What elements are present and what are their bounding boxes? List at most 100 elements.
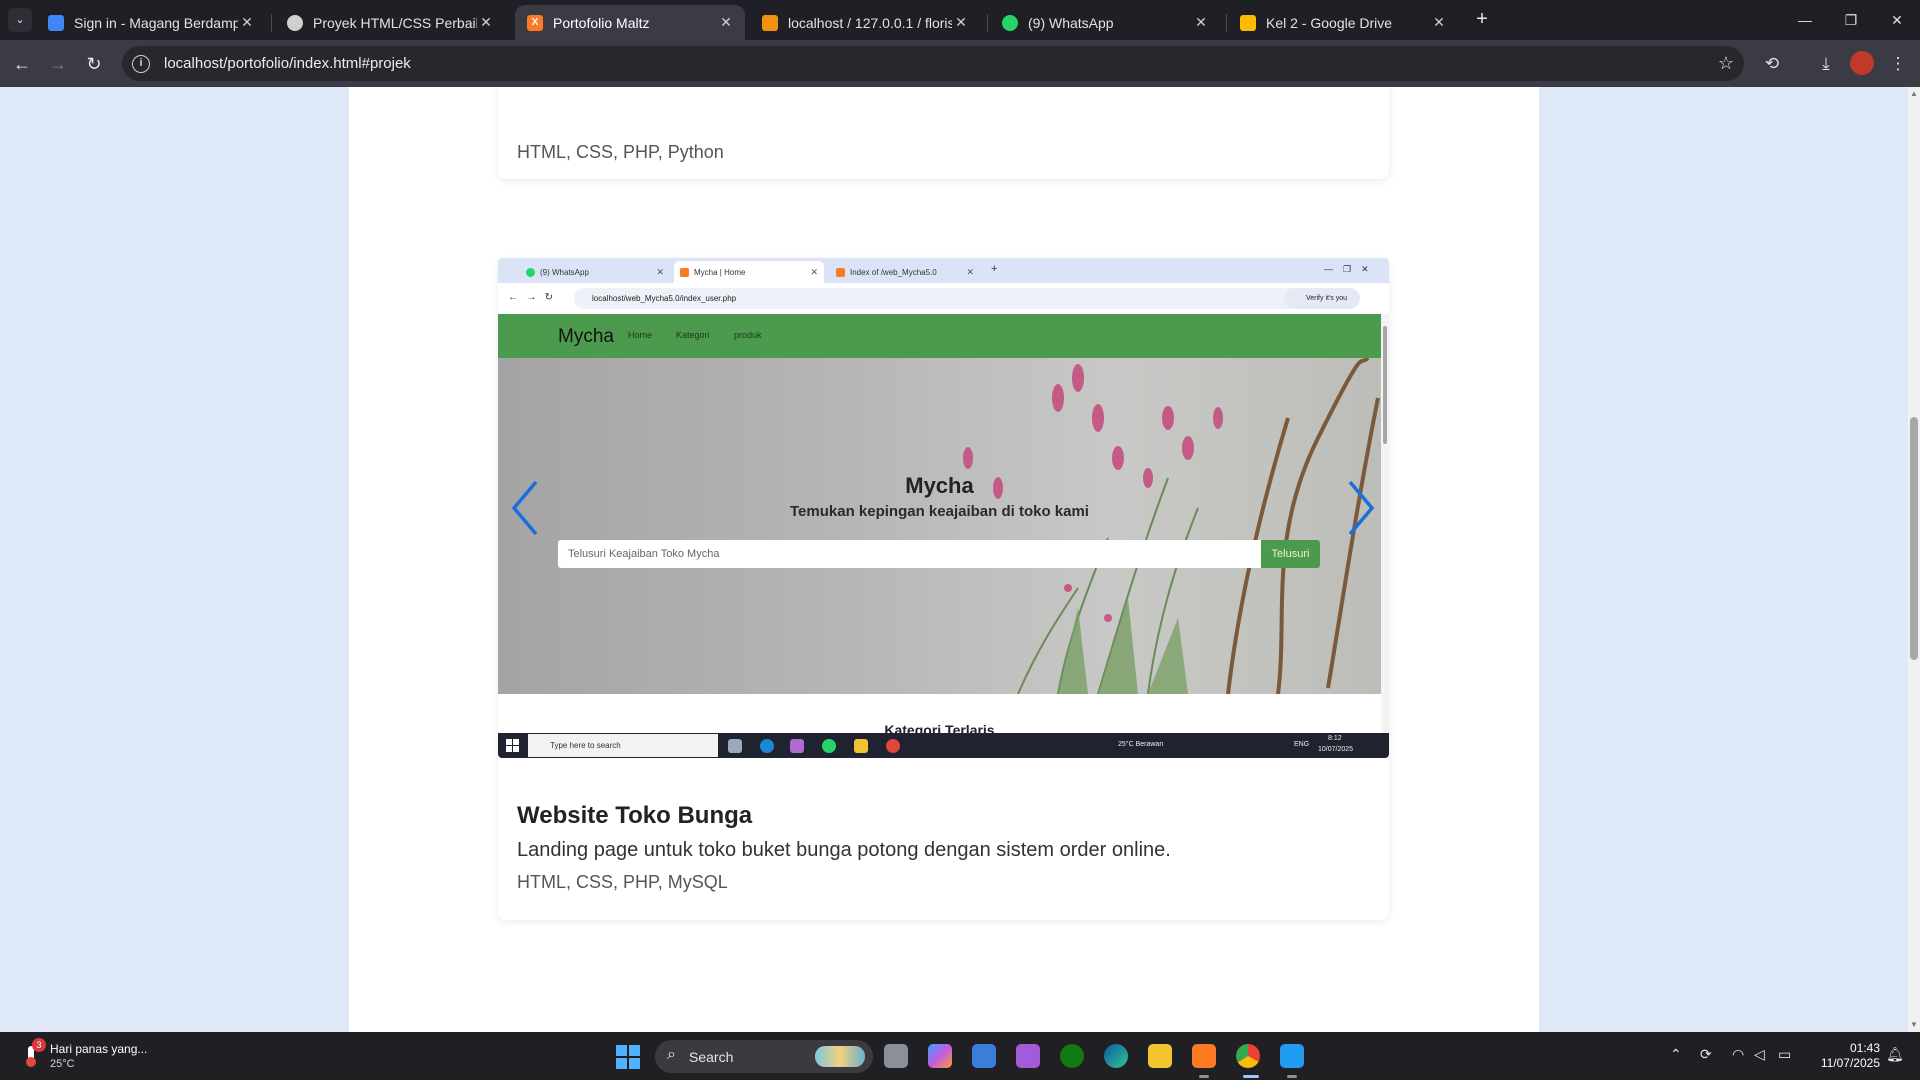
search-highlight-image xyxy=(815,1046,865,1067)
carousel-next-icon xyxy=(1348,480,1375,536)
tab-title: Proyek HTML/CSS Perbaikan xyxy=(313,14,477,31)
screenshot-tab: Index of /web_Mycha5.0 ✕ xyxy=(830,261,980,283)
screenshot-scrollbar xyxy=(1381,314,1389,733)
close-tab-icon[interactable]: ✕ xyxy=(238,14,256,31)
xampp-running-indicator xyxy=(1199,1075,1209,1078)
weather-temp: 25°C xyxy=(50,1058,75,1070)
screenshot-hero: Mycha Temukan kepingan keajaiban di toko… xyxy=(498,358,1381,694)
google-drive-icon xyxy=(1240,14,1256,31)
new-tab-button[interactable]: + xyxy=(1470,8,1494,32)
xampp-icon xyxy=(680,267,689,277)
close-tab-icon[interactable]: ✕ xyxy=(1430,14,1448,31)
show-hidden-icons-icon[interactable]: ⌃ xyxy=(1670,1046,1682,1063)
tab-phpmyadmin[interactable]: localhost / 127.0.0.1 / florist_ap ✕ xyxy=(750,5,980,40)
tab-title: Portofolio Maltz xyxy=(553,14,650,31)
xbox-icon[interactable] xyxy=(1060,1044,1084,1068)
project-screenshot: (9) WhatsApp ✕ Mycha | Home ✕ Index of /… xyxy=(498,258,1389,758)
task-view-icon[interactable] xyxy=(884,1044,908,1068)
tab-separator xyxy=(271,14,272,32)
screenshot-weather: 25°C Berawan xyxy=(1118,741,1164,748)
notification-bell-icon[interactable]: 🔔︎ xyxy=(1886,1046,1904,1063)
scroll-up-icon[interactable]: ▲ xyxy=(1910,89,1918,98)
screenshot-window-controls: — ❐ ✕ xyxy=(1324,264,1369,274)
history-icon[interactable]: ⟲ xyxy=(1758,50,1786,78)
reload-button[interactable]: ↻ xyxy=(80,50,108,78)
screenshot-new-tab-icon: + xyxy=(991,263,998,275)
search-icon: ⌕ xyxy=(667,1046,676,1063)
scroll-down-icon[interactable]: ▼ xyxy=(1910,1020,1918,1029)
tab-portofolio[interactable]: X Portofolio Maltz ✕ xyxy=(515,5,745,40)
close-icon: ✕ xyxy=(966,266,974,277)
screenshot-section: Kategori Terlaris xyxy=(498,694,1381,738)
xampp-icon[interactable] xyxy=(1192,1044,1216,1068)
xampp-icon: X xyxy=(527,14,543,31)
restore-button[interactable]: ❐ xyxy=(1828,0,1874,40)
close-tab-icon[interactable]: ✕ xyxy=(1192,14,1210,31)
project-tech: HTML, CSS, PHP, Python xyxy=(517,142,724,162)
screenshot-hero-title: Mycha xyxy=(905,473,974,498)
battery-icon[interactable]: ▭ xyxy=(1778,1046,1791,1063)
windows-taskbar: 3 Hari panas yang... 25°C ⌕ Search ⌃ ⟳ ◠… xyxy=(0,1032,1920,1080)
back-button[interactable]: ← xyxy=(8,50,36,78)
tab-title: Sign in - Magang Berdampak 2 xyxy=(74,14,238,31)
whatsapp-icon xyxy=(822,739,836,753)
minimize-button[interactable]: — xyxy=(1782,0,1828,40)
screenshot-date: 10/07/2025 xyxy=(1318,746,1354,753)
taskbar-search[interactable]: ⌕ Search xyxy=(655,1040,873,1073)
screenshot-brand: Mycha xyxy=(558,326,614,347)
windows-start-button[interactable] xyxy=(616,1045,640,1069)
taskbar-clock[interactable]: 01:43 11/07/2025 xyxy=(1810,1041,1880,1071)
file-explorer-icon xyxy=(854,739,868,753)
tab-magang[interactable]: Sign in - Magang Berdampak 2 ✕ xyxy=(36,5,266,40)
project-tech: HTML, CSS, PHP, MySQL xyxy=(517,872,728,892)
weather-text[interactable]: Hari panas yang... xyxy=(50,1042,147,1056)
screenshot-taskbar-search: Type here to search xyxy=(528,734,718,757)
wifi-icon[interactable]: ◠ xyxy=(1732,1046,1744,1063)
phpmyadmin-icon xyxy=(762,14,778,31)
project-description: Landing page untuk toko buket bunga poto… xyxy=(517,839,1171,861)
screenshot-site-navbar: Mycha Home Kategori produk xyxy=(498,314,1381,358)
tab-title: Kel 2 - Google Drive xyxy=(1266,14,1393,31)
screenshot-lang: ENG xyxy=(1294,741,1310,748)
screenshot-hero-subtitle: Temukan kepingan keajaiban di toko kami xyxy=(790,503,1089,520)
menu-kebab-icon[interactable]: ⋮ xyxy=(1884,50,1912,78)
chatgpt-icon xyxy=(287,14,303,31)
tab-search-button[interactable]: ⌄ xyxy=(8,8,32,32)
close-tab-icon[interactable]: ✕ xyxy=(952,14,970,31)
bookmark-star-icon[interactable]: ☆ xyxy=(1718,53,1734,74)
site-info-icon[interactable]: i xyxy=(132,54,150,73)
screenshot-nav-icons: ← → ↻ xyxy=(508,292,554,303)
tab-whatsapp[interactable]: (9) WhatsApp ✕ xyxy=(990,5,1220,40)
screenshot-scroll-thumb xyxy=(1383,326,1387,444)
vscode-running-indicator xyxy=(1287,1075,1297,1078)
scroll-thumb[interactable] xyxy=(1910,417,1918,660)
page-viewport: HTML, CSS, PHP, Python Website Toko Bung… xyxy=(0,87,1908,1032)
whatsapp-icon xyxy=(1002,14,1018,31)
weather-badge: 3 xyxy=(32,1038,46,1052)
close-tab-icon[interactable]: ✕ xyxy=(717,14,735,31)
copilot-icon xyxy=(790,739,804,753)
edge-icon[interactable] xyxy=(1104,1044,1128,1068)
chrome-icon[interactable] xyxy=(1236,1044,1260,1068)
address-bar[interactable]: i localhost/portofolio/index.html#projek… xyxy=(122,46,1744,81)
profile-avatar[interactable] xyxy=(1850,51,1874,75)
page-scrollbar[interactable]: ▲ ▼ xyxy=(1908,87,1920,1032)
carousel-prev-icon xyxy=(511,480,538,536)
tab-google-drive[interactable]: Kel 2 - Google Drive ✕ xyxy=(1228,5,1458,40)
microsoft-store-icon[interactable] xyxy=(972,1044,996,1068)
close-window-button[interactable]: ✕ xyxy=(1874,0,1920,40)
forward-button[interactable]: → xyxy=(44,50,72,78)
tab-proyek[interactable]: Proyek HTML/CSS Perbaikan ✕ xyxy=(275,5,505,40)
flower-illustration xyxy=(963,358,1380,694)
copilot-icon[interactable] xyxy=(928,1044,952,1068)
edge-icon xyxy=(760,739,774,753)
clipchamp-icon[interactable] xyxy=(1016,1044,1040,1068)
download-icon[interactable]: ⤓ xyxy=(1812,50,1840,78)
clock-time: 01:43 xyxy=(1849,1041,1880,1055)
vscode-icon[interactable] xyxy=(1280,1044,1304,1068)
sync-icon[interactable]: ⟳ xyxy=(1700,1046,1712,1063)
file-explorer-icon[interactable] xyxy=(1148,1044,1172,1068)
close-tab-icon[interactable]: ✕ xyxy=(477,14,495,31)
volume-icon[interactable]: ◁ xyxy=(1754,1046,1765,1063)
project-title: Website Toko Bunga xyxy=(517,802,753,829)
